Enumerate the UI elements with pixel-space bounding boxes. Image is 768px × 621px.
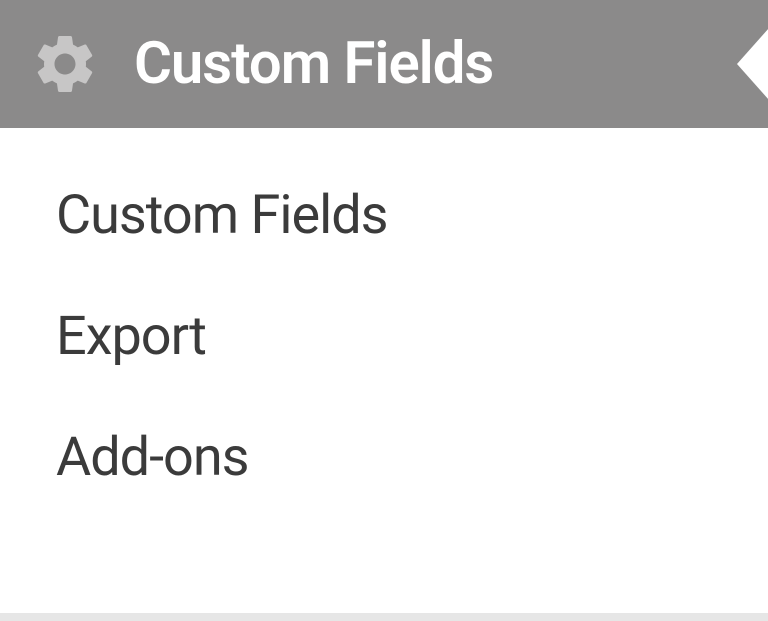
gear-icon: [30, 29, 100, 99]
submenu-item-export[interactable]: Export: [56, 305, 768, 368]
admin-menu: Custom Fields Custom Fields Export Add-o…: [0, 0, 768, 621]
submenu: Custom Fields Export Add-ons: [0, 128, 768, 621]
menu-header-custom-fields[interactable]: Custom Fields: [0, 0, 768, 128]
submenu-item-custom-fields[interactable]: Custom Fields: [56, 184, 768, 247]
menu-header-label: Custom Fields: [134, 30, 493, 98]
submenu-item-add-ons[interactable]: Add-ons: [56, 426, 768, 489]
active-menu-pointer: [737, 28, 768, 100]
